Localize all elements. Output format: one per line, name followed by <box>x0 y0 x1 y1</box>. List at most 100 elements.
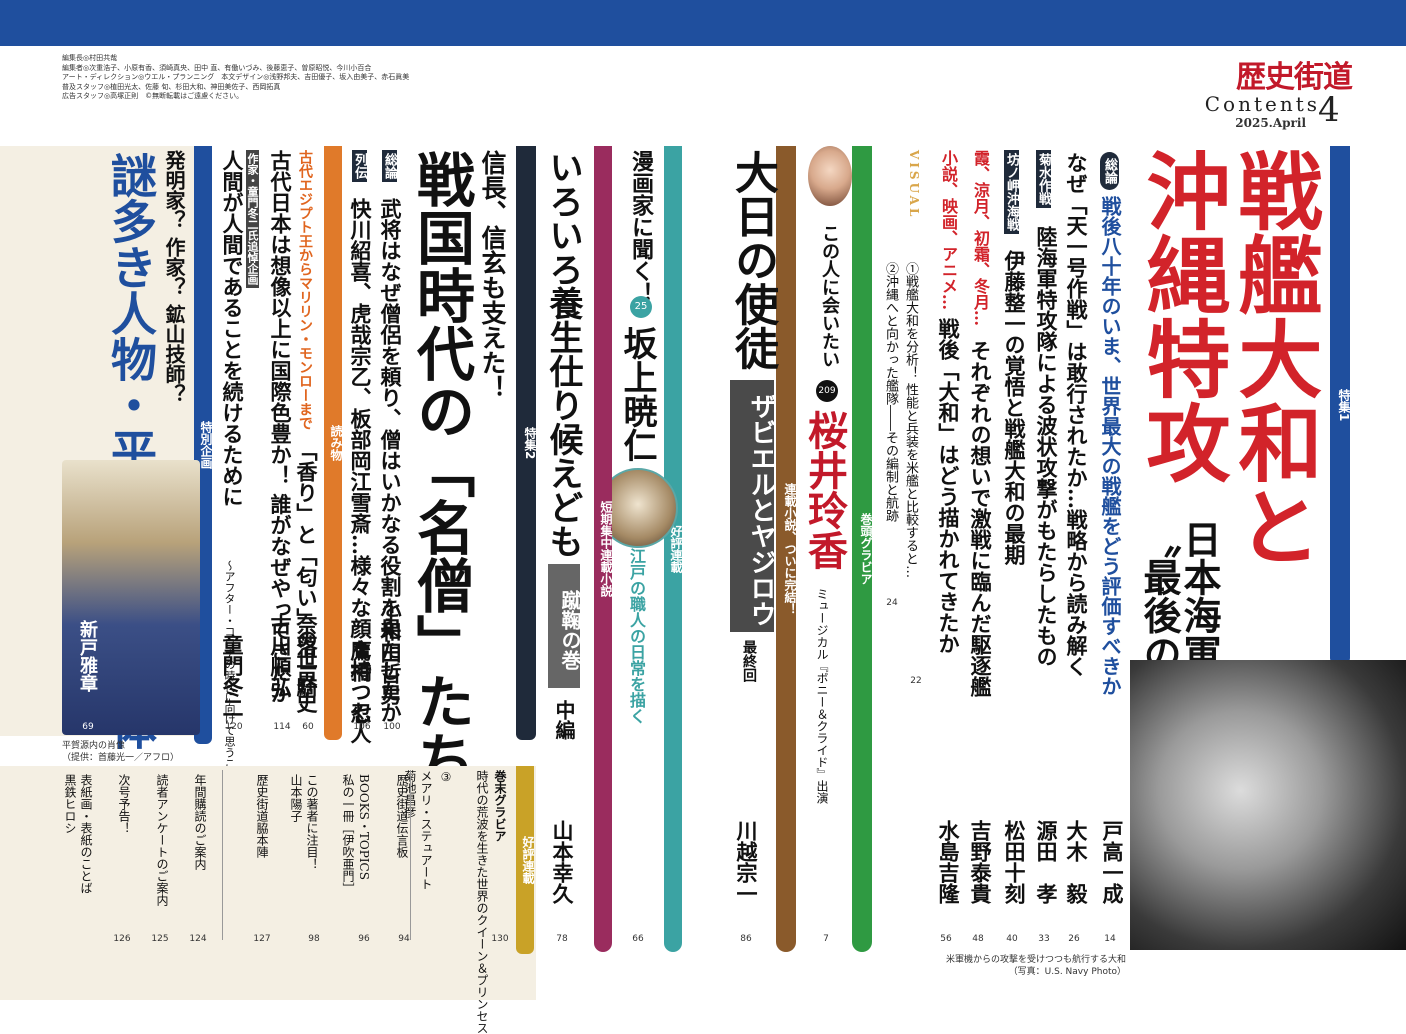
small-divider <box>410 770 411 940</box>
small-chosha-sub: 山本陽子 <box>289 774 303 822</box>
feature1-kikusui-label: 菊水作戦 <box>1036 150 1051 208</box>
small-gravure-number: ③ <box>439 770 453 784</box>
feature1-visual1-text[interactable]: ①戦艦大和を分析！ 性能と兵装を米艦と比較すると… <box>903 262 918 578</box>
feature1-item3-author: 源田 孝 <box>1034 820 1059 904</box>
short-story-part: 中編 <box>552 700 576 740</box>
feature1-item1-text[interactable]: なぜ「天一号作戦」は敢行されたか…戦略から読み解く <box>1064 152 1089 677</box>
gravure-number-badge: 209 <box>816 380 838 402</box>
feature1-visual1-page: 22 <box>910 676 922 686</box>
novel-tag: 連載小説、ついに完結！ <box>776 146 797 952</box>
feature1-item4-text[interactable]: 伊藤整一の覚悟と戦艦大和の最期 <box>1002 250 1027 565</box>
feature2-retsuden-page: 106 <box>353 722 371 732</box>
feature2-tag: 特集2 <box>516 146 537 740</box>
small-nenkan[interactable]: 年間購読のご案内 <box>193 774 207 870</box>
feature1-title-line1[interactable]: 戦艦大和と <box>1225 148 1324 568</box>
manga-number-badge: 25 <box>630 296 652 318</box>
feature1-item2-text[interactable]: 陸海軍特攻隊による波状攻撃がもたらしたもの <box>1034 226 1059 667</box>
reading-item1-page: 60 <box>302 722 314 732</box>
feature2-retsuden-author: 鷹橋 忍 <box>348 640 373 724</box>
feature1-sokatsu-label: 総論 <box>1100 152 1119 190</box>
reading-tag: 読み物 <box>324 146 343 740</box>
feature1-item6-page: 56 <box>940 934 952 944</box>
novel-subtitle: ザビエルとヤジロウ <box>730 380 776 632</box>
feature1-item5-page: 48 <box>972 934 984 944</box>
credit-line: アート・ディレクション◎ウエル・プランニング 本文デザイン◎浅野邦夫、吉田優子、… <box>62 73 410 82</box>
feature1-item4-page: 40 <box>1006 934 1018 944</box>
top-blue-bar <box>0 0 1406 46</box>
portrait-caption: 平賀源内の肖像 （提供：首藤光一／アフロ） <box>62 740 222 764</box>
feature1-item5-author: 吉野泰貴 <box>968 820 993 904</box>
short-story-page: 78 <box>556 934 568 944</box>
gravure-name[interactable]: 桜井玲香 <box>801 410 848 570</box>
gravure-tag: 巻頭グラビア <box>852 146 873 952</box>
reading-item2-author: 古川順弘 <box>268 614 293 698</box>
feature2-sokatsu-page: 100 <box>383 722 401 732</box>
small-jigou-page: 126 <box>113 934 131 944</box>
special-lead: 発明家？ 作家？ 鉱山技師？ <box>162 150 186 404</box>
reading-item3-author: 童門冬二 <box>220 634 245 718</box>
portrait-caption-line2: （提供：首藤光一／アフロ） <box>62 753 180 763</box>
reading-item3-text[interactable]: 人間が人間であることを続けるために <box>220 150 245 507</box>
staff-credits: 編集長◎村田共哉 編集者◎次重浩子、小原有香、須崎真央、田中 直、有働いづみ、後… <box>62 54 442 102</box>
small-gravure-sub: メアリ・ステュアート <box>419 770 433 890</box>
feature1-visual-label: VISUAL <box>907 150 921 220</box>
photo-caption: 米軍機からの攻撃を受けつつも航行する大和 （写真：U.S. Navy Photo… <box>910 954 1126 978</box>
special-page: 69 <box>82 722 94 732</box>
manga-name[interactable]: 坂上暁仁 <box>617 326 657 462</box>
feature1-item1-author: 戸高一成 <box>1100 820 1125 904</box>
novel-title[interactable]: 大日の使徒 <box>727 150 778 370</box>
small-gravure-text[interactable]: 時代の荒波を生きた世界のクイーン＆プリンセス <box>475 770 489 1034</box>
feature2-retsuden-label: 列伝 <box>352 150 367 182</box>
small-books-sub: 私の一冊［伊吹亜門］ <box>341 774 355 894</box>
feature1-visual2-page: 24 <box>886 598 898 608</box>
feature1-title-line2[interactable]: 沖縄特攻 <box>1133 148 1232 484</box>
small-jigou[interactable]: 次号予告！ <box>117 774 131 834</box>
feature1-item6-head: 小説、映画、アニメ… <box>939 150 958 310</box>
issue-number: 4 <box>1318 90 1340 130</box>
hiraga-gennai-portrait <box>62 460 200 735</box>
gravure-series: この人に会いたい <box>819 224 840 368</box>
reading-item1-author: 奈落一騎 <box>294 614 319 698</box>
small-dengon-page: 94 <box>398 934 410 944</box>
novel-page: 86 <box>740 934 752 944</box>
feature1-item4-author: 松田十刻 <box>1002 820 1027 904</box>
gravure-page: 7 <box>823 934 829 944</box>
feature1-visual2-text[interactable]: ②沖縄へと向かった艦隊――その編制と航跡 <box>883 262 898 522</box>
feature1-item2-page: 26 <box>1068 934 1080 944</box>
small-hyoshi[interactable]: 表紙画・表紙のことば <box>79 774 93 894</box>
special-author: 新戸雅章 <box>77 620 98 692</box>
feature2-sokatsu-author: 小和田哲男 <box>378 600 403 705</box>
reading-item3-label: 作家・童門冬二氏追悼企画 <box>246 150 259 288</box>
feature1-item5-text[interactable]: それぞれの想いで激戦に臨んだ駆逐艦 <box>968 340 993 697</box>
feature2-sokatsu-label: 総論 <box>382 150 397 182</box>
novel-final: 最終回 <box>741 640 757 682</box>
reading-item3-page: 120 <box>225 722 243 732</box>
small-gravure-label: 巻末グラビア <box>493 770 507 842</box>
contents-label: Contents <box>1204 92 1320 116</box>
small-chosha-page: 98 <box>308 934 320 944</box>
manga-tag: 好評連載 <box>664 146 683 952</box>
small-books-page: 96 <box>358 934 370 944</box>
short-story-title[interactable]: いろいろ養生仕り候えども <box>543 150 583 558</box>
novel-author: 川越宗一 <box>734 820 759 904</box>
small-enquete[interactable]: 読者アンケートのご案内 <box>155 774 169 906</box>
small-wakihonjin[interactable]: 歴史街道脇本陣 <box>255 774 269 858</box>
gravure-note: ミュージカル『ボニー＆クライド』出演 <box>815 588 829 804</box>
short-story-chapter: 蹴鞠の巻 <box>548 564 582 688</box>
feature1-subtitle-a: 日本海軍 <box>1177 520 1222 672</box>
publication-date: 2025.April <box>1235 116 1306 130</box>
feature1-item3-page: 33 <box>1038 934 1050 944</box>
reading-item2-page: 114 <box>273 722 291 732</box>
feature1-item6-text[interactable]: 戦後「大和」はどう描かれてきたか <box>936 318 961 654</box>
small-chosha[interactable]: この著者に注目！ <box>305 774 319 870</box>
small-dengon[interactable]: 歴史街道伝言板 <box>395 774 409 858</box>
small-nenkan-page: 124 <box>189 934 207 944</box>
small-books[interactable]: BOOKS・TOPICS <box>357 774 371 880</box>
photo-caption-line2: （写真：U.S. Navy Photo） <box>1008 967 1126 977</box>
credit-line: 編集長◎村田共哉 <box>62 54 118 62</box>
feature1-item1-page: 14 <box>1104 934 1116 944</box>
feature2-title[interactable]: 戦国時代の「名僧」たち <box>407 150 475 788</box>
small-wakihonjin-page: 127 <box>253 934 271 944</box>
feature1-tag: 特集1 <box>1330 146 1351 664</box>
small-gravure-page: 130 <box>491 934 509 944</box>
